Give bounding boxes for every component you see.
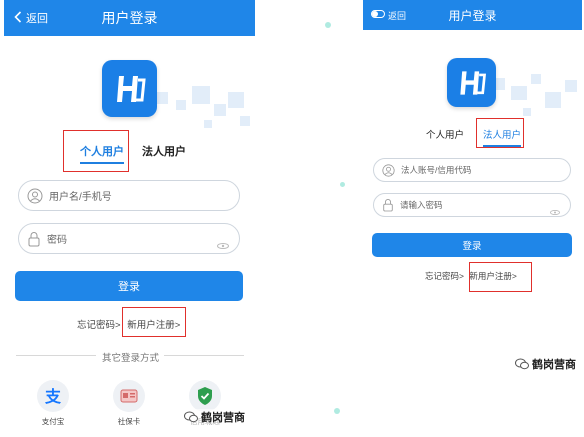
social-card-icon: [113, 380, 145, 412]
decor-square: [204, 120, 212, 128]
tab-personal[interactable]: 个人用户: [80, 143, 124, 159]
tab-corporate[interactable]: 法人用户: [142, 143, 186, 159]
decor-square: [531, 74, 541, 84]
decor-square: [214, 104, 226, 116]
lock-icon: [382, 198, 394, 212]
watermark: 鹤岗营商: [184, 409, 245, 425]
decor-square: [545, 92, 561, 108]
decor-square: [523, 108, 531, 116]
app-logo: [447, 58, 496, 107]
tab-personal[interactable]: 个人用户: [426, 127, 464, 141]
page-title: 用户登录: [448, 8, 497, 23]
username-field[interactable]: 用户名/手机号: [18, 180, 240, 211]
user-icon: [27, 188, 43, 204]
forgot-password-link[interactable]: 忘记密码>: [425, 271, 464, 281]
decor-square: [240, 116, 250, 126]
tab-active-indicator: [483, 145, 521, 147]
page-title: 用户登录: [101, 10, 158, 26]
shield-check-icon: [189, 380, 221, 412]
decor-square: [511, 86, 527, 100]
decor-dot: [340, 182, 345, 187]
account-field[interactable]: 法人账号/信用代码: [373, 158, 571, 182]
decor-square: [228, 92, 244, 108]
divider: [164, 355, 244, 356]
watermark-text: 鹤岗营商: [201, 412, 245, 424]
tab-corporate[interactable]: 法人用户: [483, 127, 521, 141]
account-placeholder: 法人账号/信用代码: [401, 165, 472, 175]
tab-active-indicator: [80, 162, 124, 164]
decor-dot: [334, 408, 340, 414]
social-card-label: 社保卡: [117, 417, 141, 426]
other-login-title: 其它登录方式: [102, 353, 160, 364]
register-link[interactable]: 新用户注册>: [127, 320, 180, 331]
decor-square: [192, 86, 210, 104]
decor-square: [565, 80, 577, 92]
svg-text:支: 支: [44, 387, 62, 405]
username-placeholder: 用户名/手机号: [49, 192, 112, 203]
alipay-login[interactable]: 支 支付宝: [33, 380, 73, 427]
app-logo-icon: [116, 75, 146, 102]
header-bar: 返回 用户登录: [4, 0, 255, 36]
watermark-text: 鹤岗营商: [532, 359, 576, 371]
decor-dot: [325, 22, 331, 28]
alipay-label: 支付宝: [41, 417, 65, 426]
alipay-icon: 支: [37, 380, 69, 412]
forgot-password-link[interactable]: 忘记密码>: [77, 320, 121, 331]
header-bar: 返回 用户登录: [363, 0, 582, 30]
watermark: 鹤岗营商: [515, 356, 576, 372]
password-placeholder: 请输入密码: [400, 200, 443, 210]
account-links: 忘记密码> 新用户注册>: [77, 317, 180, 331]
eye-icon[interactable]: [550, 202, 560, 220]
personal-login-screen: 返回 用户登录 个人用户 法人用户 用户名/手机号 密码 登录 忘记密码> 新用…: [4, 0, 255, 437]
register-link[interactable]: 新用户注册>: [469, 271, 516, 281]
account-links: 忘记密码> 新用户注册>: [425, 270, 517, 282]
divider: [16, 355, 96, 356]
password-field[interactable]: 请输入密码: [373, 193, 571, 217]
user-icon: [382, 163, 395, 177]
login-button[interactable]: 登录: [15, 271, 243, 301]
app-logo: [102, 60, 157, 117]
lock-icon: [27, 231, 41, 247]
password-field[interactable]: 密码: [18, 223, 240, 254]
social-card-login[interactable]: 社保卡: [109, 380, 149, 427]
password-placeholder: 密码: [47, 235, 67, 246]
decor-square: [176, 100, 186, 110]
login-button[interactable]: 登录: [372, 233, 572, 257]
wechat-icon: [515, 358, 529, 370]
wechat-icon: [184, 411, 198, 423]
eye-icon[interactable]: [217, 236, 229, 254]
app-logo-icon: [459, 70, 486, 95]
corporate-login-screen: 返回 用户登录 个人用户 法人用户 法人账号/信用代码 请输入密码 登录 忘记密: [363, 0, 582, 437]
